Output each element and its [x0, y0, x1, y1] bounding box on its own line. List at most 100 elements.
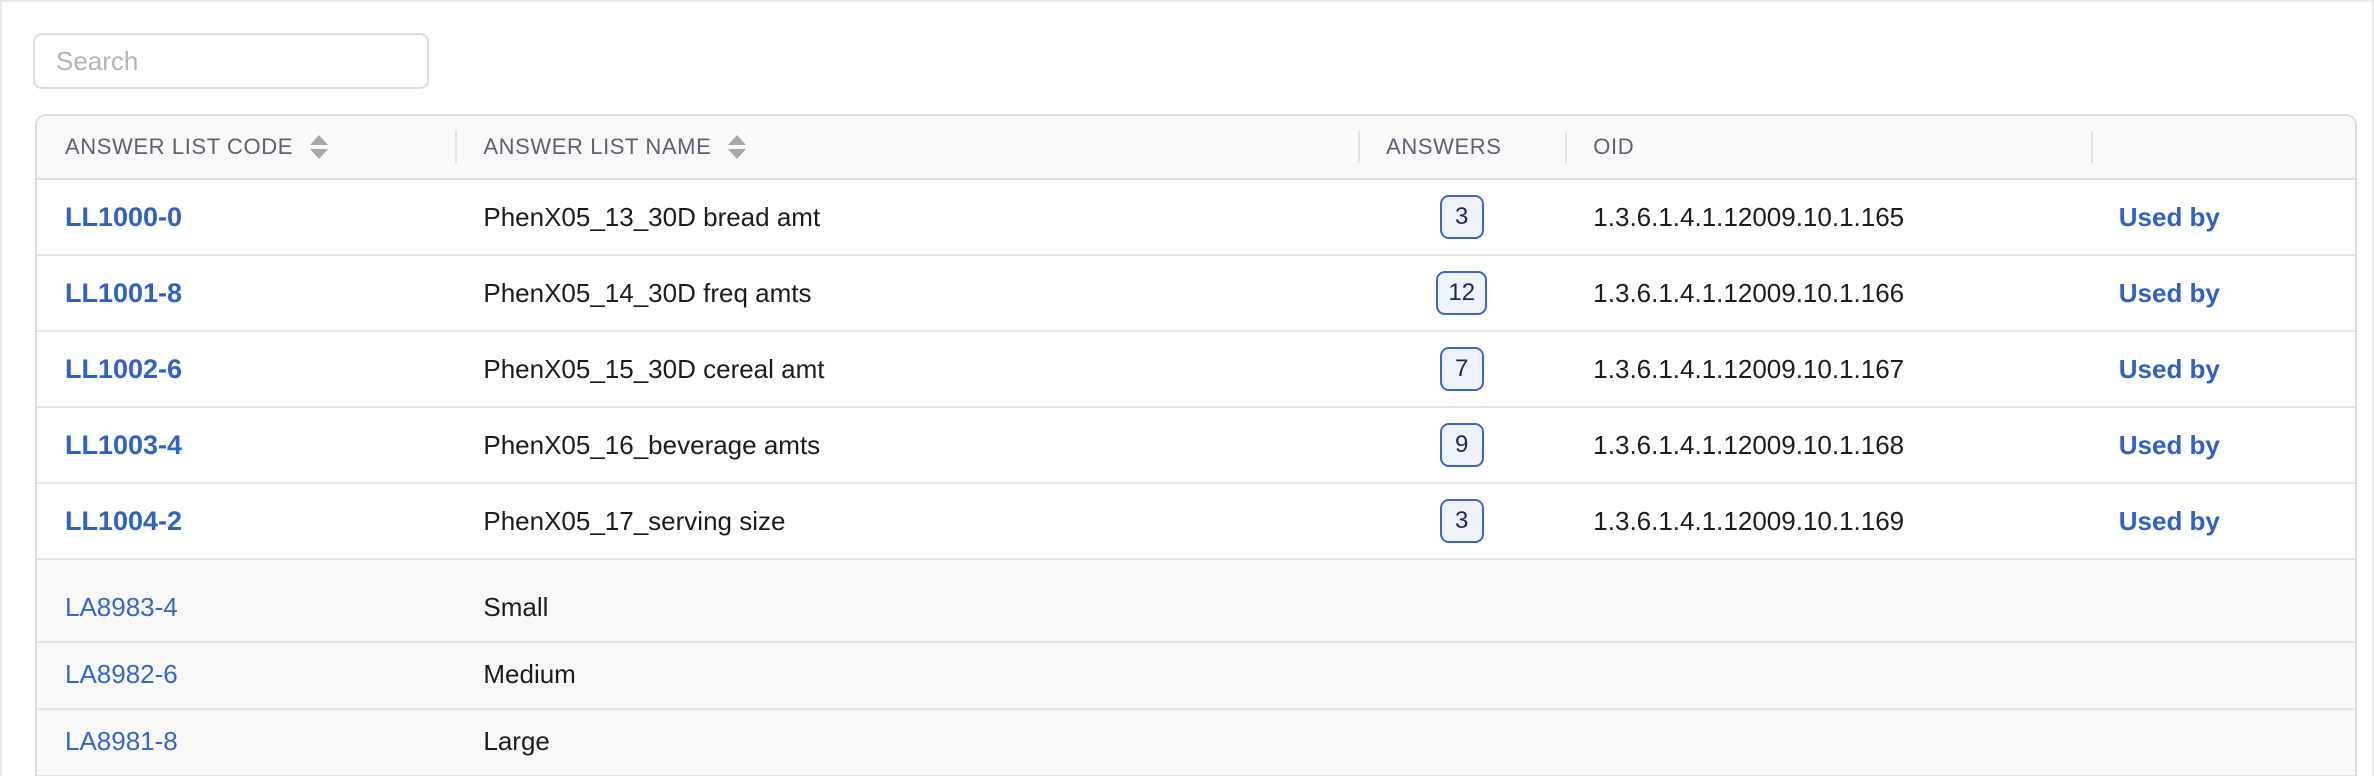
answer-list-code-link[interactable]: LL1003-4 [65, 430, 182, 461]
sort-ascending-icon [728, 135, 747, 145]
cell-answers: 3 [1358, 483, 1566, 560]
cell-oid: 1.3.6.1.4.1.12009.10.1.165 [1565, 179, 2091, 256]
cell-spacer [2090, 642, 2355, 710]
answer-item-row: LA8981-8 Large [37, 709, 2355, 776]
cell-answer-list-code: LL1000-0 [37, 179, 456, 256]
answer-list-table-card: ANSWER LIST CODE ANSWER LIST NAME ANSWER… [35, 114, 2357, 776]
column-header-oid: OID [1565, 116, 2091, 180]
column-header-label: ANSWERS [1386, 134, 1502, 159]
sort-icon[interactable] [310, 135, 329, 159]
answers-count-badge[interactable]: 3 [1439, 195, 1484, 239]
table-header: ANSWER LIST CODE ANSWER LIST NAME ANSWER… [37, 116, 2355, 180]
sort-icon[interactable] [728, 135, 747, 159]
column-header-answer-list-code[interactable]: ANSWER LIST CODE [37, 116, 456, 180]
cell-used-by: Used by [2090, 179, 2355, 256]
answer-item-row: LA8982-6 Medium [37, 642, 2355, 710]
cell-answer-code: LA8982-6 [37, 642, 456, 710]
answer-text: Medium [483, 659, 576, 689]
search-container [33, 33, 429, 89]
cell-spacer [1565, 642, 2091, 710]
answers-count-badge[interactable]: 3 [1439, 499, 1484, 543]
cell-answer-list-name: PhenX05_13_30D bread amt [455, 179, 1359, 256]
table-row[interactable]: LL1000-0 PhenX05_13_30D bread amt 3 1.3.6.1… [37, 179, 2355, 256]
search-input[interactable] [33, 33, 429, 89]
oid-value: 1.3.6.1.4.1.12009.10.1.167 [1593, 353, 1905, 384]
answer-list-name: PhenX05_13_30D bread amt [483, 201, 821, 232]
cell-answers: 12 [1358, 255, 1566, 332]
answers-count-badge[interactable]: 7 [1439, 347, 1484, 391]
cell-oid: 1.3.6.1.4.1.12009.10.1.167 [1565, 331, 2091, 408]
cell-answer-list-name: PhenX05_14_30D freq amts [455, 255, 1359, 332]
cell-spacer [1358, 576, 1566, 643]
column-header-label: ANSWER LIST CODE [65, 134, 294, 159]
table-header-row: ANSWER LIST CODE ANSWER LIST NAME ANSWER… [37, 116, 2355, 180]
answer-item-row: LA8983-4 Small [37, 576, 2355, 643]
cell-answer-text: Medium [455, 642, 1359, 710]
sort-ascending-icon [310, 135, 329, 145]
answer-list-code-link[interactable]: LL1002-6 [65, 354, 182, 385]
cell-answers: 3 [1358, 179, 1566, 256]
table-body: LL1000-0 PhenX05_13_30D bread amt 3 1.3.6.1… [37, 179, 2355, 776]
column-header-answer-list-name[interactable]: ANSWER LIST NAME [455, 116, 1359, 180]
cell-answer-list-name: PhenX05_15_30D cereal amt [455, 331, 1359, 408]
table-row[interactable]: LL1003-4 PhenX05_16_beverage amts 9 1.3.6.1… [37, 407, 2355, 484]
table-row[interactable]: LL1001-8 PhenX05_14_30D freq amts 12 1.3.6.… [37, 255, 2355, 332]
expanded-answers-cell: LA8983-4 Small LA8982-6 Medium LA8981-8 Large [37, 559, 2355, 776]
cell-answer-list-code: LL1002-6 [37, 331, 456, 408]
sort-descending-icon [310, 149, 329, 159]
cell-answers: 7 [1358, 331, 1566, 408]
column-header-answers: ANSWERS [1358, 116, 1566, 180]
used-by-link[interactable]: Used by [2119, 506, 2220, 537]
cell-used-by: Used by [2090, 255, 2355, 332]
answers-count-badge[interactable]: 9 [1439, 423, 1484, 467]
used-by-link[interactable]: Used by [2119, 202, 2220, 233]
cell-answers: 9 [1358, 407, 1566, 484]
sort-descending-icon [728, 149, 747, 159]
answer-code-link[interactable]: LA8983-4 [37, 592, 455, 623]
cell-oid: 1.3.6.1.4.1.12009.10.1.166 [1565, 255, 2091, 332]
cell-answer-code: LA8983-4 [37, 576, 456, 643]
answers-count-badge[interactable]: 12 [1436, 271, 1488, 315]
cell-answer-list-name: PhenX05_17_serving size [455, 483, 1359, 560]
cell-oid: 1.3.6.1.4.1.12009.10.1.168 [1565, 407, 2091, 484]
cell-used-by: Used by [2090, 331, 2355, 408]
table-row[interactable]: LL1004-2 PhenX05_17_serving size 3 1.3.6.1.… [37, 483, 2355, 560]
cell-used-by: Used by [2090, 407, 2355, 484]
oid-value: 1.3.6.1.4.1.12009.10.1.169 [1593, 505, 1905, 536]
cell-answer-list-code: LL1003-4 [37, 407, 456, 484]
column-header-label: ANSWER LIST NAME [483, 134, 712, 159]
answer-list-name: PhenX05_15_30D cereal amt [483, 353, 825, 384]
cell-answer-list-code: LL1001-8 [37, 255, 456, 332]
answer-code-link[interactable]: LA8981-8 [37, 726, 455, 757]
oid-value: 1.3.6.1.4.1.12009.10.1.168 [1593, 429, 1905, 460]
used-by-link[interactable]: Used by [2119, 278, 2220, 309]
answer-list-name: PhenX05_17_serving size [483, 505, 786, 536]
table-row[interactable]: LL1002-6 PhenX05_15_30D cereal amt 7 1.3.6.… [37, 331, 2355, 408]
cell-spacer [2090, 576, 2355, 643]
cell-answer-list-code: LL1004-2 [37, 483, 456, 560]
answer-list-code-link[interactable]: LL1001-8 [65, 278, 182, 309]
cell-spacer [2090, 709, 2355, 776]
page-root: ANSWER LIST CODE ANSWER LIST NAME [0, 0, 2374, 776]
answer-list-table: ANSWER LIST CODE ANSWER LIST NAME ANSWER… [37, 116, 2355, 776]
answer-list-name: PhenX05_16_beverage amts [483, 429, 821, 460]
used-by-link[interactable]: Used by [2119, 354, 2220, 385]
oid-value: 1.3.6.1.4.1.12009.10.1.166 [1593, 277, 1905, 308]
column-header-used-by [2090, 116, 2355, 180]
used-by-link[interactable]: Used by [2119, 430, 2220, 461]
answer-code-link[interactable]: LA8982-6 [37, 659, 455, 690]
column-header-label: OID [1593, 134, 1635, 159]
answer-list-code-link[interactable]: LL1004-2 [65, 506, 182, 537]
oid-value: 1.3.6.1.4.1.12009.10.1.165 [1593, 201, 1905, 232]
cell-spacer [1565, 576, 2091, 643]
cell-oid: 1.3.6.1.4.1.12009.10.1.169 [1565, 483, 2091, 560]
answer-text: Large [483, 726, 550, 756]
answer-list-name: PhenX05_14_30D freq amts [483, 277, 812, 308]
cell-answer-text: Small [455, 576, 1359, 643]
cell-answer-code: LA8981-8 [37, 709, 456, 776]
cell-spacer [1358, 642, 1566, 710]
answer-text: Small [483, 592, 549, 622]
cell-answer-text: Large [455, 709, 1359, 776]
answer-list-code-link[interactable]: LL1000-0 [65, 202, 182, 233]
expanded-answers-row: LA8983-4 Small LA8982-6 Medium LA8981-8 Large [37, 559, 2355, 776]
